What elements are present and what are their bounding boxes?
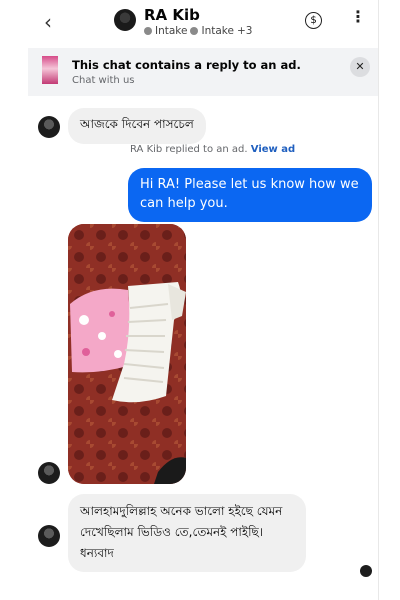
ad-reply-note: RA Kib replied to an ad. View ad	[130, 144, 295, 155]
ad-thumbnail	[42, 56, 58, 84]
outgoing-message[interactable]: Hi RA! Please let us know how we can hel…	[128, 168, 372, 222]
dollar-icon[interactable]: $	[305, 12, 322, 29]
avatar[interactable]	[38, 116, 60, 138]
tag-dot-icon	[144, 27, 152, 35]
avatar[interactable]	[114, 9, 136, 31]
tag-label: Intake	[201, 25, 234, 37]
tag-more-count: +3	[236, 25, 253, 37]
incoming-message[interactable]: আজকে দিবেন পাসচেল	[68, 108, 206, 144]
note-text: RA Kib replied to an ad.	[130, 144, 248, 155]
chat-header: ‹ RA Kib Intake Intake +3 $ ⋮	[20, 0, 378, 46]
contact-name[interactable]: RA Kib	[144, 6, 200, 24]
photo-attachment[interactable]	[68, 224, 186, 484]
back-arrow-icon[interactable]: ‹	[44, 10, 52, 34]
tag-dot-icon	[190, 27, 199, 35]
view-ad-link[interactable]: View ad	[251, 144, 295, 155]
banner-subtitle: Chat with us	[72, 75, 135, 86]
incoming-message[interactable]: আলহামদুলিল্লাহ অনেক ভালো হইছে যেমন দেখেছ…	[68, 494, 306, 572]
ad-reply-banner[interactable]: This chat contains a reply to an ad. Cha…	[28, 48, 378, 96]
more-vertical-icon[interactable]: ⋮	[350, 9, 366, 25]
avatar[interactable]	[38, 525, 60, 547]
tag-label: Intake	[155, 25, 188, 37]
seen-avatar	[360, 565, 372, 577]
messenger-window: ‹ RA Kib Intake Intake +3 $ ⋮ This chat …	[20, 0, 379, 600]
avatar[interactable]	[38, 462, 60, 484]
close-icon[interactable]: ✕	[350, 57, 370, 77]
label-tags[interactable]: Intake Intake +3	[144, 25, 252, 37]
photo-image	[68, 224, 186, 484]
banner-title: This chat contains a reply to an ad.	[72, 58, 301, 72]
